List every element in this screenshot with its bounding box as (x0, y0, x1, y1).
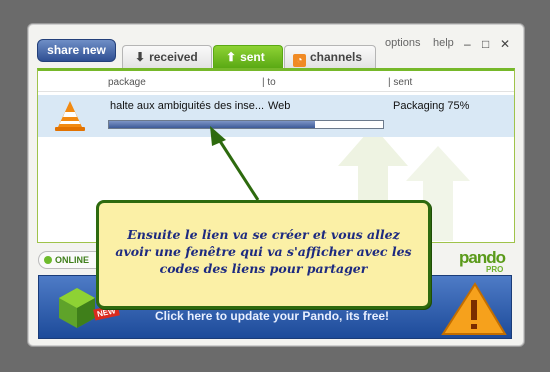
tab-channels-label: channels (310, 50, 363, 64)
recipient-value: Web (268, 100, 291, 112)
options-link[interactable]: options (385, 37, 420, 49)
warning-sign-icon (441, 282, 507, 335)
tab-sent-label: sent (240, 50, 265, 64)
column-header-package[interactable]: package (108, 77, 146, 88)
vlc-cone-icon (55, 101, 85, 131)
share-new-button[interactable]: share new (37, 39, 116, 62)
minimize-icon[interactable]: – (464, 37, 471, 51)
up-arrow-icon: ⬆ (226, 50, 237, 64)
tab-received[interactable]: ⬇ received (122, 45, 212, 68)
tab-sent[interactable]: ⬆ sent (213, 45, 283, 68)
progress-fill (109, 121, 315, 128)
banner-text[interactable]: Click here to update your Pando, its fre… (155, 309, 389, 323)
online-status-label: ONLINE (55, 255, 90, 265)
pando-cube-icon (59, 288, 95, 328)
close-icon[interactable]: ✕ (500, 37, 510, 51)
header-divider (38, 91, 514, 92)
progress-bar (108, 120, 384, 129)
table-row[interactable]: halte aux ambiguités des inse... Web Pac… (38, 95, 514, 137)
package-name: halte aux ambiguités des inse... (110, 100, 265, 112)
down-arrow-icon: ⬇ (135, 50, 146, 64)
tab-channels[interactable]: ◔ channels (284, 45, 376, 68)
rss-icon: ◔ (293, 54, 306, 67)
help-link[interactable]: help (433, 37, 454, 49)
annotation-text: Ensuite le lien va se créer et vous alle… (115, 227, 412, 276)
sent-status: Packaging 75% (393, 100, 470, 112)
maximize-icon[interactable]: □ (482, 37, 489, 51)
tab-received-label: received (149, 50, 198, 64)
column-header-sent[interactable]: | sent (388, 77, 412, 88)
online-dot-icon (44, 256, 52, 264)
column-header-to[interactable]: | to (262, 77, 276, 88)
annotation-callout: Ensuite le lien va se créer et vous alle… (96, 200, 431, 309)
pando-pro-label: PRO (486, 265, 504, 274)
pando-logo: pando PRO (459, 248, 506, 274)
